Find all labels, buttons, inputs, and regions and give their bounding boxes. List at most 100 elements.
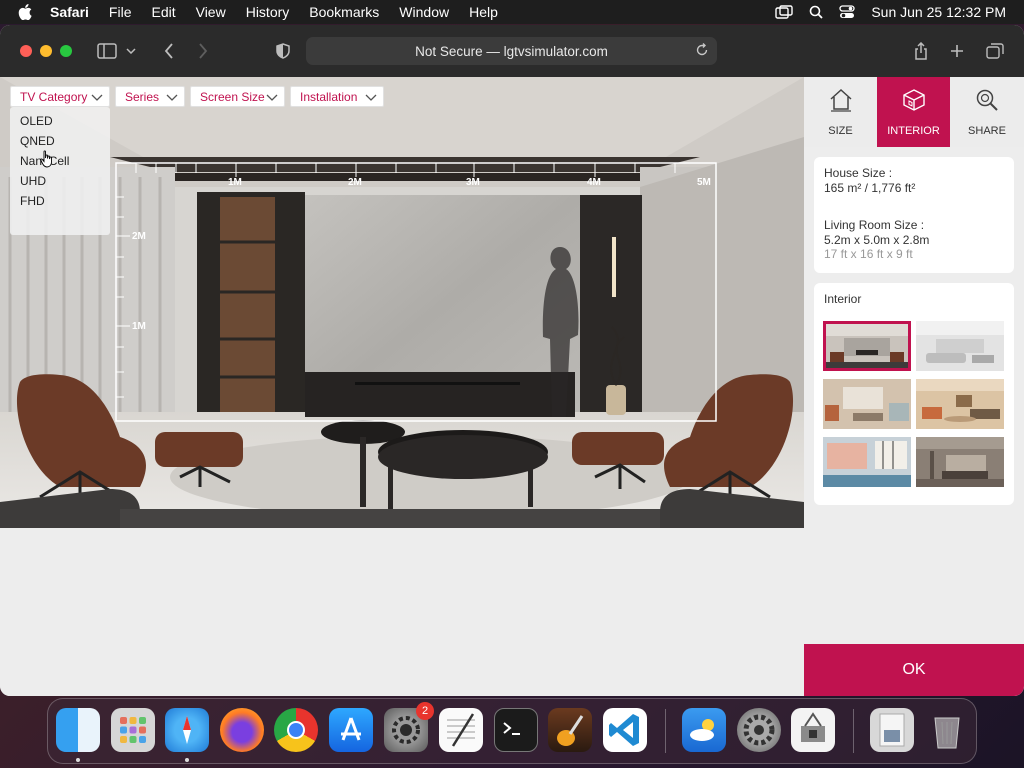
option-qned[interactable]: QNED — [20, 134, 55, 148]
chrome-icon[interactable] — [274, 708, 318, 752]
tab-share-label: SHARE — [968, 125, 1006, 137]
menu-clock[interactable]: Sun Jun 25 12:32 PM — [871, 4, 1006, 20]
share-icon[interactable] — [910, 40, 932, 62]
menu-bookmarks[interactable]: Bookmarks — [309, 4, 379, 20]
downloads-stack-icon[interactable] — [870, 708, 914, 752]
house-info-card: House Size : 165 m² / 1,776 ft² Living R… — [814, 157, 1014, 273]
safari-icon[interactable] — [165, 708, 209, 752]
finder-icon[interactable] — [56, 708, 100, 752]
firefox-icon[interactable] — [220, 708, 264, 752]
chevron-down-icon — [266, 91, 278, 105]
series-dropdown[interactable]: Series — [115, 86, 185, 107]
terminal-icon[interactable] — [494, 708, 538, 752]
tv-category-dropdown[interactable]: TV Category — [10, 86, 110, 107]
reload-icon[interactable] — [695, 43, 709, 60]
browser-toolbar: Not Secure — lgtvsimulator.com — [0, 25, 1024, 77]
chevron-down-icon — [166, 91, 178, 105]
apple-menu-icon[interactable] — [18, 4, 36, 20]
interior-thumbnail-6[interactable] — [916, 437, 1004, 487]
new-tab-icon[interactable] — [946, 40, 968, 62]
privacy-shield-icon[interactable] — [272, 40, 294, 62]
tab-interior-label: INTERIOR — [887, 125, 940, 137]
living-room-imperial: 17 ft x 16 ft x 9 ft — [824, 247, 913, 261]
menu-help[interactable]: Help — [469, 4, 498, 20]
house-size-label: House Size : — [824, 166, 893, 180]
menu-history[interactable]: History — [246, 4, 290, 20]
address-bar[interactable]: Not Secure — lgtvsimulator.com — [306, 37, 717, 65]
option-oled[interactable]: OLED — [20, 114, 53, 128]
tab-share[interactable]: SHARE — [950, 77, 1024, 147]
back-icon[interactable] — [158, 40, 180, 62]
launchpad-icon[interactable] — [111, 708, 155, 752]
ruler-v-2m: 2M — [132, 231, 146, 242]
menu-edit[interactable]: Edit — [151, 4, 175, 20]
interior-card: Interior — [814, 283, 1014, 505]
menu-file[interactable]: File — [109, 4, 132, 20]
menu-bar: Safari File Edit View History Bookmarks … — [0, 0, 1024, 24]
magnifier-icon — [976, 89, 998, 111]
textedit-icon[interactable] — [439, 708, 483, 752]
ruler-h-4m: 4M — [587, 177, 601, 188]
safari-running-indicator — [185, 758, 189, 762]
system-preferences-icon[interactable]: 2 — [384, 702, 434, 752]
chevron-down-icon — [91, 91, 103, 105]
screen-size-label: Screen Size — [200, 89, 265, 104]
control-center-icon[interactable] — [839, 5, 855, 19]
interior-thumbnail-3[interactable] — [823, 379, 911, 429]
window-switcher-icon[interactable] — [775, 5, 794, 19]
url-text: Not Secure — lgtvsimulator.com — [415, 43, 608, 59]
weather-icon[interactable] — [682, 708, 726, 752]
dock-separator — [853, 709, 854, 753]
tab-overview-icon[interactable] — [984, 40, 1006, 62]
ruler-h-3m: 3M — [466, 177, 480, 188]
interior-thumbnail-4[interactable] — [916, 379, 1004, 429]
house-icon — [830, 88, 852, 112]
menu-app-name[interactable]: Safari — [50, 4, 89, 20]
ruler-h-2m: 2M — [348, 177, 362, 188]
side-tab-bar: SIZE INTERIOR SHARE — [804, 77, 1024, 147]
garageband-icon[interactable] — [548, 708, 592, 752]
interior-thumbnail-2[interactable] — [916, 321, 1004, 371]
interior-thumbnail-5[interactable] — [823, 437, 911, 487]
series-label: Series — [125, 89, 160, 104]
zoom-window-button[interactable] — [60, 45, 72, 57]
vscode-icon[interactable] — [603, 708, 647, 752]
forward-icon[interactable] — [192, 40, 214, 62]
installation-dropdown[interactable]: Installation — [290, 86, 384, 107]
chevron-down-icon — [365, 91, 377, 105]
screen-size-dropdown[interactable]: Screen Size — [190, 86, 285, 107]
minimize-window-button[interactable] — [40, 45, 52, 57]
sidebar-chevron-down-icon[interactable] — [124, 40, 138, 62]
trash-icon[interactable] — [925, 708, 969, 752]
ruler-v-1m: 1M — [132, 321, 146, 332]
living-room-metric: 5.2m x 5.0m x 2.8m — [824, 233, 930, 247]
app-store-icon[interactable] — [329, 708, 373, 752]
spotlight-search-icon[interactable] — [809, 5, 823, 19]
ok-button[interactable]: OK — [804, 644, 1024, 696]
room-cube-icon — [903, 89, 925, 111]
installation-label: Installation — [300, 89, 358, 104]
tab-interior[interactable]: INTERIOR — [877, 77, 950, 147]
sidebar-toggle-icon[interactable] — [96, 40, 118, 62]
interior-title: Interior — [824, 292, 862, 306]
tab-size[interactable]: SIZE — [804, 77, 877, 147]
safari-window: Not Secure — lgtvsimulator.com 1M 2M 3M … — [0, 25, 1024, 696]
house-size-value: 165 m² / 1,776 ft² — [824, 181, 916, 195]
living-room-label: Living Room Size : — [824, 218, 925, 232]
settings-gear-icon[interactable] — [737, 708, 781, 752]
interior-thumbnail-1[interactable] — [823, 321, 911, 371]
archive-utility-icon[interactable] — [791, 708, 835, 752]
room-scene-view[interactable]: 1M 2M 3M 4M 5M 2M 1M — [0, 77, 804, 528]
ruler-h-1m: 1M — [228, 177, 242, 188]
notification-badge: 2 — [416, 702, 434, 720]
option-fhd[interactable]: FHD — [20, 194, 45, 208]
menu-window[interactable]: Window — [399, 4, 449, 20]
ruler-h-5m: 5M — [697, 177, 711, 188]
finder-running-indicator — [76, 758, 80, 762]
option-uhd[interactable]: UHD — [20, 174, 46, 188]
tab-size-label: SIZE — [828, 125, 853, 137]
tv-category-options: OLED QNED NanoCell UHD FHD — [10, 107, 110, 235]
close-window-button[interactable] — [20, 45, 32, 57]
menu-view[interactable]: View — [196, 4, 226, 20]
dock: 2 — [47, 698, 977, 764]
